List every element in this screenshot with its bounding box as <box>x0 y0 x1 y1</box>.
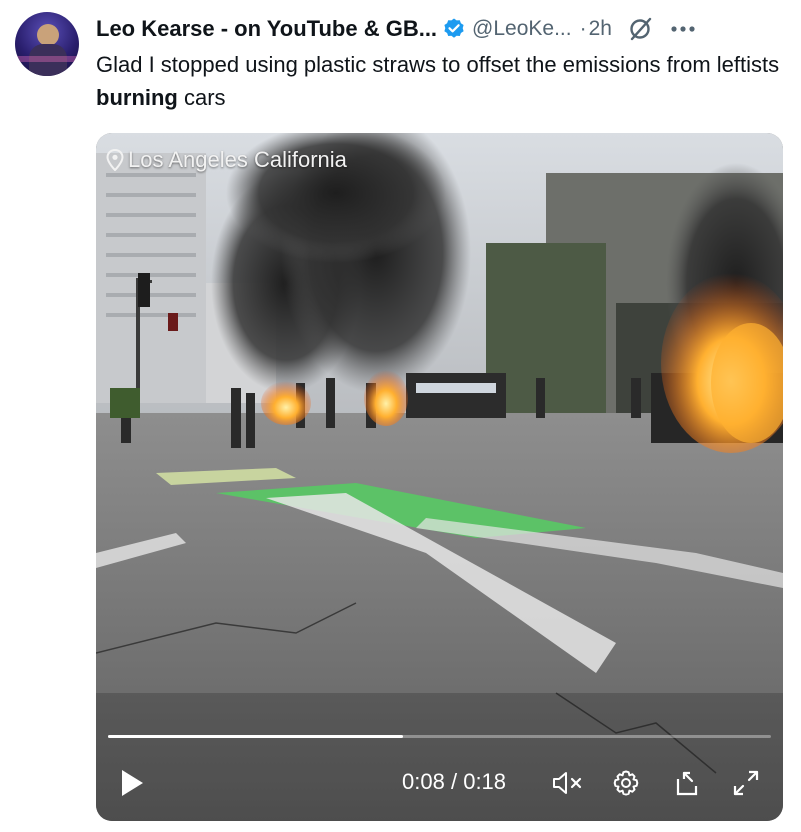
mute-icon[interactable] <box>551 769 585 797</box>
picture-in-picture-icon[interactable] <box>674 769 702 797</box>
video-progress-bar[interactable] <box>108 735 771 738</box>
tweet-text-part: Glad I stopped using plastic straws to o… <box>96 52 780 77</box>
video-frame <box>96 133 783 821</box>
tweet-text-bold: burning <box>96 85 178 110</box>
tweet-text: Glad I stopped using plastic straws to o… <box>96 48 786 114</box>
avatar-figure <box>37 24 59 46</box>
location-label: Los Angeles California <box>128 147 347 172</box>
fullscreen-icon[interactable] <box>732 769 760 797</box>
time-separator: / <box>450 769 458 794</box>
verified-badge-icon[interactable] <box>442 17 466 41</box>
separator-dot: · <box>579 17 587 40</box>
avatar[interactable] <box>15 12 79 76</box>
author-name[interactable]: Leo Kearse - on YouTube & GB... <box>96 16 437 42</box>
current-time: 0:08 <box>402 769 445 794</box>
tweet-header: Leo Kearse - on YouTube & GB... @LeoKe..… <box>96 14 786 44</box>
duration: 0:18 <box>463 769 507 794</box>
location-pin-icon <box>106 149 124 171</box>
avatar-light <box>15 56 79 62</box>
settings-gear-icon[interactable] <box>612 769 640 797</box>
tweet-text-part: cars <box>177 85 226 110</box>
video-controls: 0:08 / 0:18 <box>96 759 783 807</box>
grok-icon[interactable] <box>628 16 654 42</box>
author-handle[interactable]: @LeoKe... <box>472 17 572 41</box>
post-time[interactable]: 2h <box>589 17 612 41</box>
location-overlay: Los Angeles California <box>106 147 347 173</box>
time-readout: 0:08 / 0:18 <box>402 769 506 795</box>
more-options-icon[interactable] <box>668 16 698 42</box>
video-progress-fill <box>108 735 403 738</box>
video-player[interactable]: Los Angeles California 0:08 / 0:18 <box>96 133 783 821</box>
play-icon[interactable] <box>118 769 146 797</box>
